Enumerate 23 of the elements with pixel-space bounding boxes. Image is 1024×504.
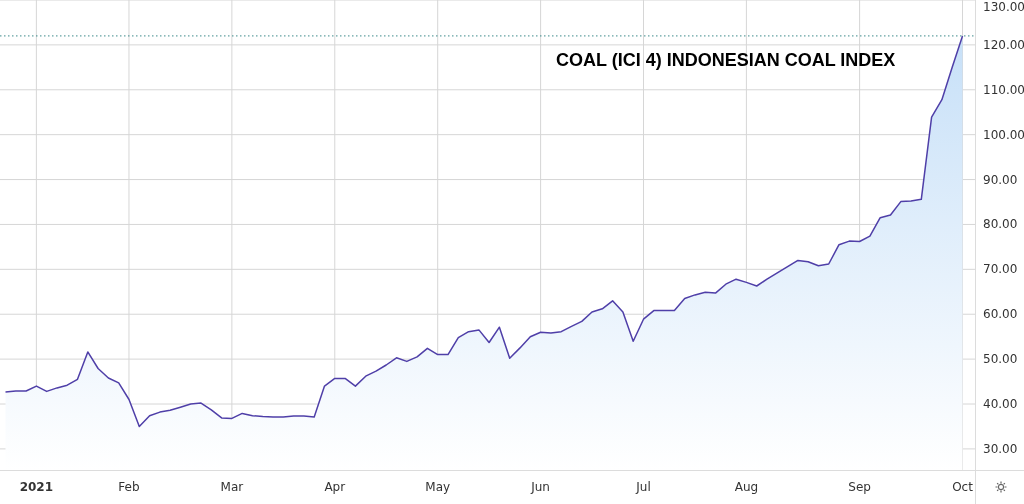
axis-label: 90.00 — [983, 172, 1018, 187]
axis-label: Apr — [324, 480, 346, 494]
axis-label: Aug — [734, 480, 759, 494]
axis-label: 2021 — [19, 480, 54, 494]
axis-label: 120.00 — [983, 37, 1024, 52]
axis-label: 50.00 — [983, 352, 1018, 367]
axis-label: 80.00 — [983, 217, 1018, 232]
axis-label: 100.00 — [983, 127, 1024, 142]
axis-label: Jul — [636, 480, 651, 494]
axis-label: May — [425, 480, 451, 494]
axis-label: Jun — [531, 480, 550, 494]
axis-label: Oct — [952, 480, 973, 494]
axis-label: 30.00 — [983, 441, 1018, 456]
axis-label: Feb — [118, 480, 140, 494]
axis-label: Sep — [848, 480, 871, 494]
axis-label: Mar — [220, 480, 244, 494]
settings-icon[interactable] — [994, 480, 1008, 494]
chart-title: COAL (ICI 4) INDONESIAN COAL INDEX — [556, 50, 896, 70]
axis-label: 60.00 — [983, 307, 1018, 322]
axis-label: 40.00 — [983, 397, 1018, 411]
axis-label: 130.00 — [983, 0, 1024, 14]
axis-label: 70.00 — [983, 262, 1018, 277]
axis-label: 110.00 — [983, 82, 1024, 97]
